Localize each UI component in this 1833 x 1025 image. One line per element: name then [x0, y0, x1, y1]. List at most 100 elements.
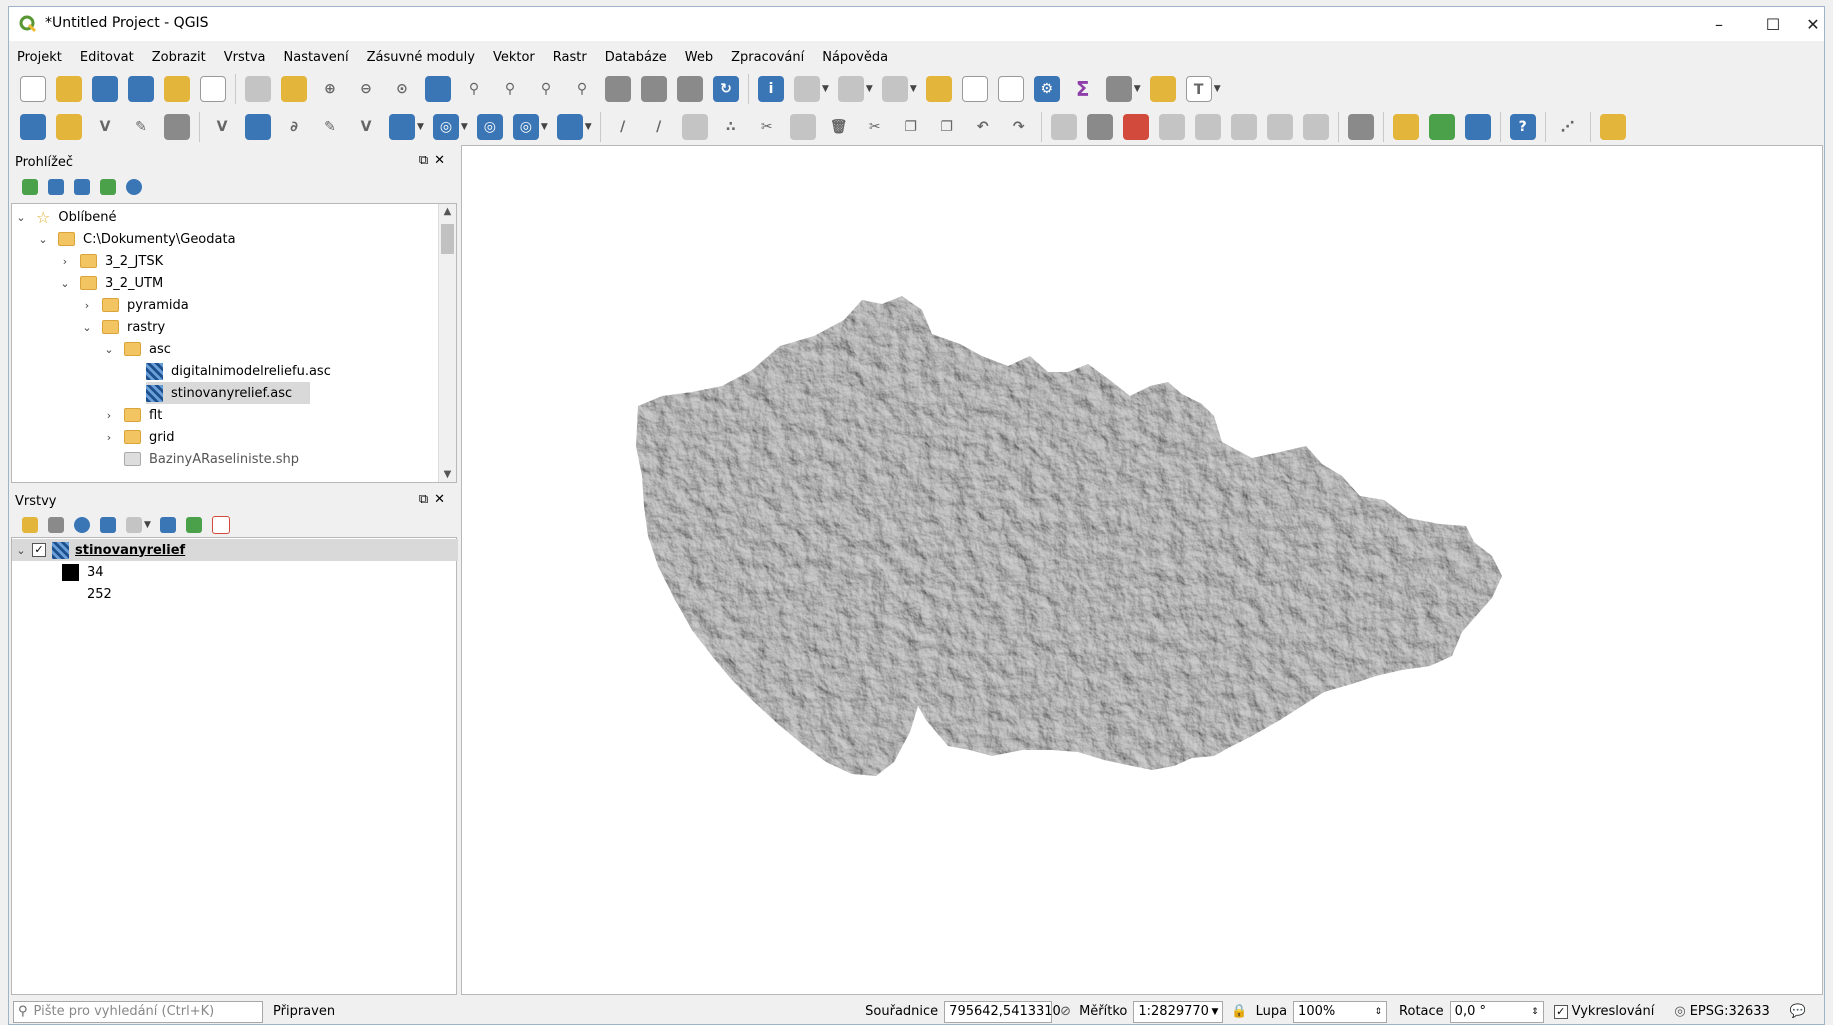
scroll-down-icon[interactable]: ▼ [439, 469, 456, 480]
show-hide-labels-icon[interactable] [1194, 114, 1221, 140]
refresh-icon[interactable]: ↻ [713, 76, 739, 102]
tree-item-pyramida[interactable]: › pyramida [80, 294, 189, 316]
tree-item-asc[interactable]: ⌄ asc [102, 338, 171, 360]
zoom-to-selection-icon[interactable]: ⚲ [461, 76, 487, 102]
label-properties-icon[interactable] [1302, 114, 1329, 140]
tree-item-jtsk[interactable]: › 3_2_JTSK [58, 250, 163, 272]
menu-vektor[interactable]: Vektor [493, 50, 535, 65]
new-bookmark-icon[interactable] [641, 76, 667, 102]
add-group-icon[interactable] [48, 517, 64, 533]
save-as-icon[interactable] [128, 76, 154, 102]
processing-toolbox-gear-icon[interactable]: ⚙ [1033, 76, 1060, 102]
move-label-icon[interactable] [1158, 114, 1185, 140]
zoom-last-icon[interactable]: ⚲ [533, 76, 559, 102]
add-wms-icon[interactable]: ◎ [432, 114, 459, 140]
menu-web[interactable]: Web [685, 50, 713, 65]
tree-item-geodata[interactable]: ⌄ C:\Dokumenty\Geodata [36, 228, 235, 250]
run-action-icon[interactable] [794, 76, 820, 102]
browser-scrollbar[interactable]: ▲ ▼ [438, 204, 456, 482]
pan-to-selection-icon[interactable] [281, 76, 307, 102]
locator-search-input[interactable]: ⚲ Pište pro vyhledání (Ctrl+K) [13, 1000, 263, 1023]
crs-globe-icon[interactable]: ◎ [1674, 1004, 1685, 1019]
tree-item-flt[interactable]: › flt [102, 404, 163, 426]
cut-features-icon[interactable]: ✂ [862, 114, 888, 140]
statistical-summary-sigma-icon[interactable]: Σ [1070, 76, 1096, 102]
scale-combobox[interactable]: 1:2829770 ▼ [1133, 1000, 1224, 1023]
quickmapservices-icon[interactable] [1599, 114, 1626, 140]
scroll-thumb[interactable] [441, 224, 454, 254]
map-tips-icon[interactable] [1149, 76, 1176, 102]
delete-selected-icon[interactable]: 🗑 [826, 114, 852, 140]
menu-projekt[interactable]: Projekt [17, 50, 62, 65]
collapse-all-layers-icon[interactable] [185, 517, 202, 533]
add-mesh-icon[interactable] [556, 114, 583, 140]
save-layer-edits-icon[interactable] [681, 114, 708, 140]
menu-zobrazit[interactable]: Zobrazit [152, 50, 206, 65]
menu-zpracovani[interactable]: Zpracování [731, 50, 804, 65]
add-wfs-icon[interactable]: ◎ [476, 114, 503, 140]
expand-all-icon[interactable] [159, 517, 176, 533]
collapse-arrow-icon[interactable]: ⌄ [14, 544, 28, 557]
select-by-value-icon[interactable] [881, 76, 908, 102]
tree-item-utm[interactable]: ⌄ 3_2_UTM [58, 272, 163, 294]
profile-tool-icon[interactable] [1428, 114, 1455, 140]
menu-napoveda[interactable]: Nápověda [822, 50, 888, 65]
toggle-extents-icon[interactable]: ⊘ [1060, 1004, 1071, 1019]
filter-expression-icon[interactable] [126, 517, 142, 533]
add-virtual-layer-icon[interactable]: V [353, 114, 379, 140]
minimize-button[interactable]: – [1692, 7, 1746, 41]
zoom-to-layer-icon[interactable]: ⚲ [497, 76, 523, 102]
zoom-out-icon[interactable]: ⊖ [353, 76, 379, 102]
properties-info-icon[interactable] [126, 179, 142, 195]
collapse-arrow-icon[interactable]: ⌄ [14, 211, 28, 224]
show-bookmarks-icon[interactable] [677, 76, 703, 102]
menu-zasuvne-moduly[interactable]: Zásuvné moduly [367, 50, 475, 65]
layout-manager-icon[interactable] [200, 76, 226, 102]
menu-vrstva[interactable]: Vrstva [224, 50, 266, 65]
tree-item-dmr-file[interactable]: digitalnimodelreliefu.asc [146, 360, 331, 382]
paste-features-icon[interactable]: ❐ [934, 114, 960, 140]
add-raster-layer-icon[interactable] [245, 114, 271, 140]
add-layer-icon[interactable] [22, 179, 38, 195]
attribute-table-icon[interactable] [961, 76, 988, 102]
layer-styling-icon[interactable] [22, 517, 38, 533]
python-console-icon[interactable] [1392, 114, 1419, 140]
tree-item-favorites[interactable]: ⌄ ☆ Oblíbené [14, 206, 116, 228]
lock-scale-icon[interactable]: 🔒 [1231, 1004, 1247, 1019]
scroll-up-icon[interactable]: ▲ [439, 206, 456, 217]
close-button[interactable]: ✕ [1800, 7, 1824, 41]
magnifier-spinbox[interactable]: 100% ⇕ [1293, 1000, 1388, 1023]
map-canvas[interactable] [461, 145, 1823, 995]
change-label-icon[interactable] [1266, 114, 1293, 140]
data-source-manager-icon[interactable] [20, 114, 46, 140]
measure-line-icon[interactable] [1105, 76, 1132, 102]
pin-labels-icon[interactable] [1086, 114, 1113, 140]
select-features-icon[interactable] [837, 76, 864, 102]
highlight-labels-icon[interactable] [1122, 114, 1149, 140]
current-edits-icon[interactable]: / [610, 114, 636, 140]
layer-visibility-checkbox[interactable]: ✓ [32, 543, 46, 557]
add-vector-icon[interactable]: V [209, 114, 235, 140]
layer-name[interactable]: stinovanyrelief [75, 543, 185, 558]
zoom-full-icon[interactable] [425, 76, 451, 102]
filter-browser-icon[interactable] [74, 179, 90, 195]
tree-item-grid[interactable]: › grid [102, 426, 175, 448]
remove-layer-icon[interactable] [211, 516, 230, 534]
add-feature-icon[interactable]: ∴ [718, 114, 744, 140]
text-annotation-icon[interactable]: T [1185, 76, 1212, 102]
add-wcs-icon[interactable]: ◎ [512, 114, 539, 140]
tree-item-stin-file[interactable]: stinovanyrelief.asc [146, 382, 311, 404]
new-geopackage-layer-icon[interactable] [56, 114, 82, 140]
help-icon[interactable]: ? [1509, 114, 1536, 140]
menu-rastr[interactable]: Rastr [553, 50, 587, 65]
pan-hand-icon[interactable] [245, 76, 271, 102]
manage-themes-eye-icon[interactable] [74, 517, 90, 533]
rotate-label-icon[interactable] [1230, 114, 1257, 140]
save-project-icon[interactable] [92, 76, 118, 102]
panel-float-close-controls[interactable]: ⧉✕ [419, 492, 451, 507]
refresh-browser-icon[interactable] [48, 179, 64, 195]
tree-item-bazin-shp[interactable]: BazinyARaseliniste.shp [124, 448, 299, 470]
add-delimited-text-icon[interactable]: ✎ [317, 114, 343, 140]
label-toolbar-icon[interactable] [1050, 114, 1077, 140]
new-project-icon[interactable] [20, 76, 46, 102]
